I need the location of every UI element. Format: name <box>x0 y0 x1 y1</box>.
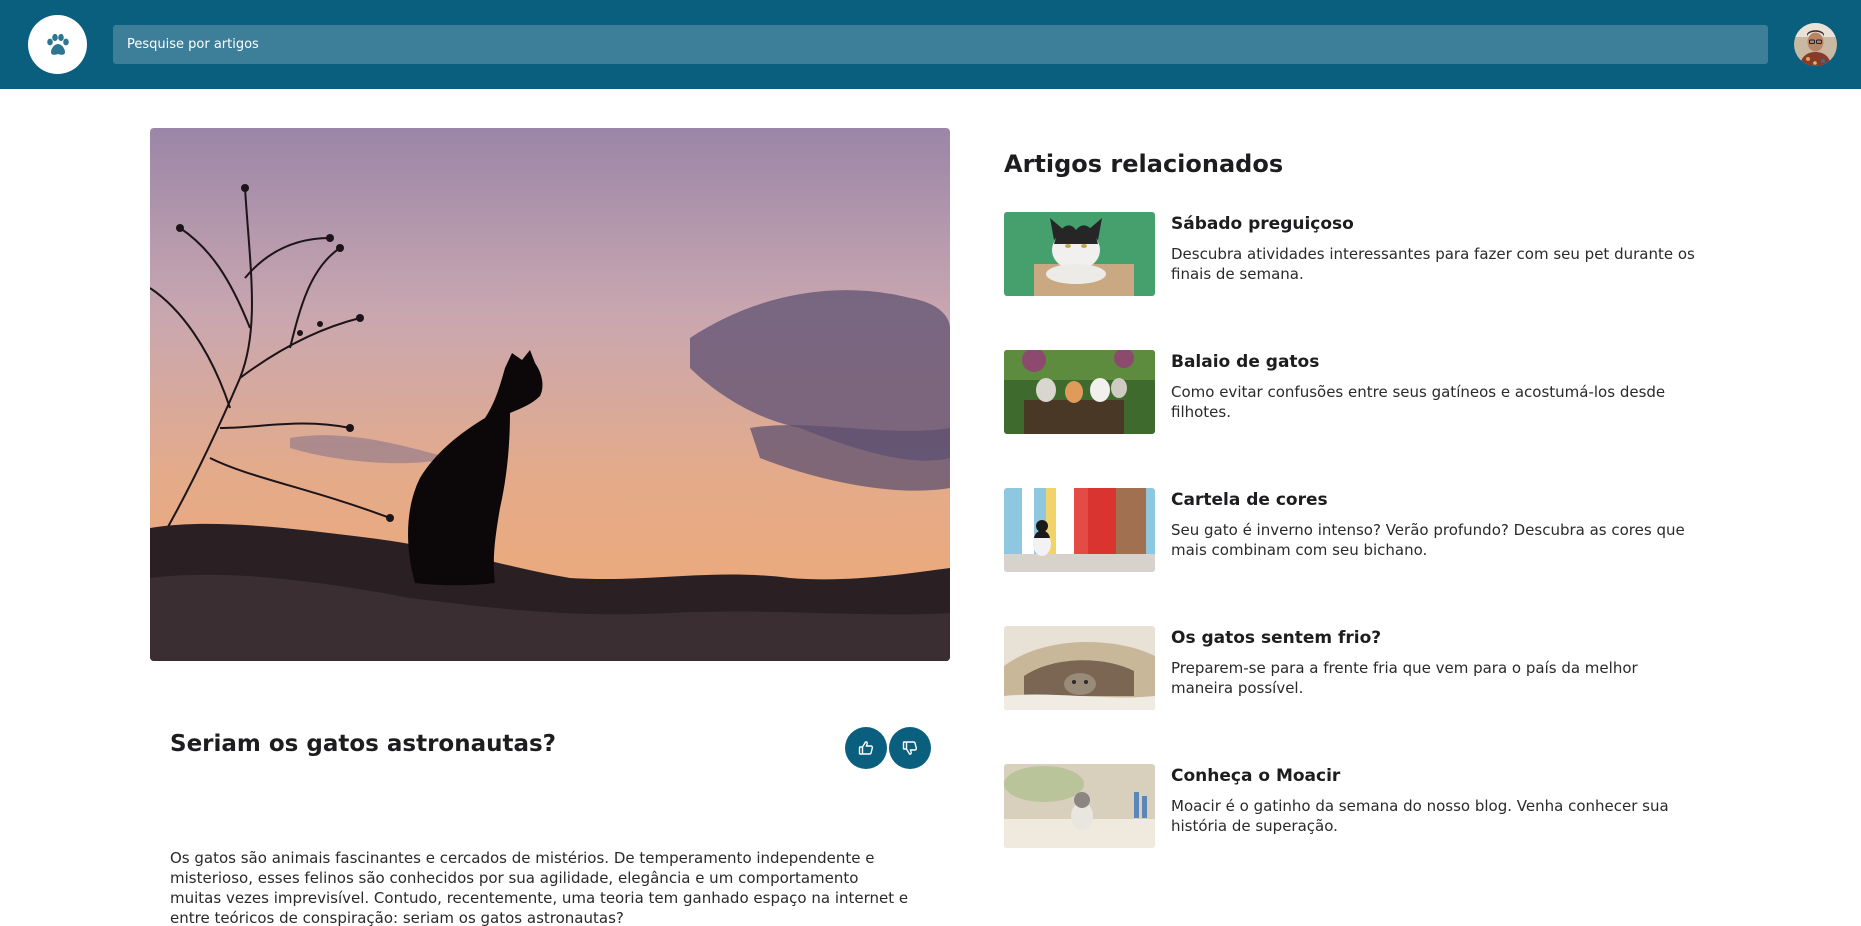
article-body-text: Os gatos são animais fascinantes e cerca… <box>170 849 909 926</box>
related-article-item[interactable]: Cartela de cores Seu gato é inverno inte… <box>1004 488 1704 572</box>
avatar-image <box>1794 23 1837 66</box>
dislike-button[interactable] <box>889 727 931 769</box>
thumbs-up-icon <box>858 741 874 755</box>
related-article-thumbnail <box>1004 626 1155 710</box>
related-article-description: Descubra atividades interessantes para f… <box>1171 245 1695 283</box>
like-button[interactable] <box>845 727 887 769</box>
article-hero-image <box>150 128 950 661</box>
related-article-title: Cartela de cores <box>1171 490 1328 510</box>
related-article-title: Os gatos sentem frio? <box>1171 628 1382 648</box>
logo-button[interactable] <box>28 15 87 74</box>
paw-icon <box>46 33 69 55</box>
related-article-description: Seu gato é inverno intenso? Verão profun… <box>1171 521 1685 559</box>
related-article-description: Como evitar confusões entre seus gatíneo… <box>1171 383 1666 421</box>
related-article-item[interactable]: Os gatos sentem frio? Preparem-se para a… <box>1004 626 1704 710</box>
thumbs-down-icon <box>902 741 918 755</box>
related-article-title: Conheça o Moacir <box>1171 766 1341 786</box>
user-avatar[interactable] <box>1794 23 1837 66</box>
related-article-description: Preparem-se para a frente fria que vem p… <box>1171 659 1638 697</box>
related-article-item[interactable]: Sábado preguiçoso Descubra atividades in… <box>1004 212 1704 296</box>
related-article-item[interactable]: Balaio de gatos Como evitar confusões en… <box>1004 350 1704 434</box>
related-article-thumbnail <box>1004 488 1155 572</box>
related-article-title: Balaio de gatos <box>1171 352 1320 372</box>
related-article-thumbnail <box>1004 212 1155 296</box>
article-title: Seriam os gatos astronautas? <box>170 731 557 757</box>
related-articles-heading: Artigos relacionados <box>1004 150 1284 178</box>
related-article-thumbnail <box>1004 764 1155 848</box>
related-article-item[interactable]: Conheça o Moacir Moacir é o gatinho da s… <box>1004 764 1704 848</box>
related-article-description: Moacir é o gatinho da semana do nosso bl… <box>1171 797 1669 835</box>
related-article-title: Sábado preguiçoso <box>1171 214 1354 234</box>
related-article-thumbnail <box>1004 350 1155 434</box>
top-navigation-bar <box>0 0 1861 89</box>
search-input[interactable] <box>113 25 1768 64</box>
